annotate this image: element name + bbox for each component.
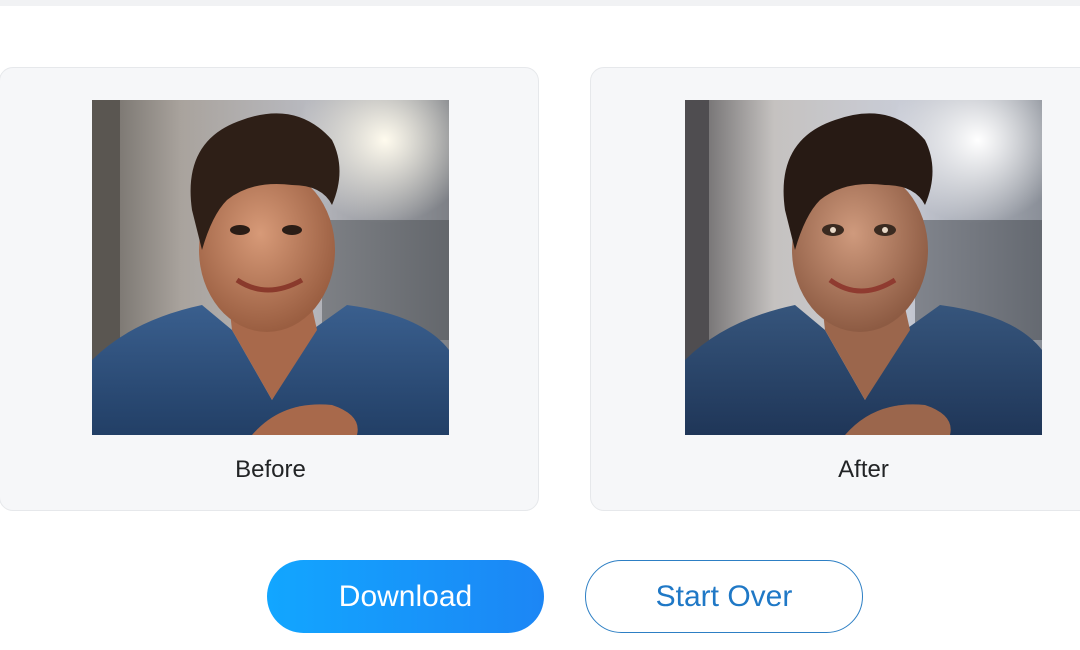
portrait-photo-icon	[92, 100, 449, 435]
before-card: Before	[0, 67, 539, 511]
top-divider	[0, 0, 1080, 6]
after-card: After	[590, 67, 1080, 511]
after-image	[685, 100, 1042, 435]
after-label: After	[838, 456, 889, 483]
before-label: Before	[235, 456, 306, 483]
download-button-label: Download	[338, 579, 473, 613]
start-over-button[interactable]: Start Over	[585, 560, 863, 633]
portrait-photo-icon	[685, 100, 1042, 435]
before-image	[92, 100, 449, 435]
start-over-button-label: Start Over	[655, 579, 793, 613]
download-button[interactable]: Download	[267, 560, 544, 633]
